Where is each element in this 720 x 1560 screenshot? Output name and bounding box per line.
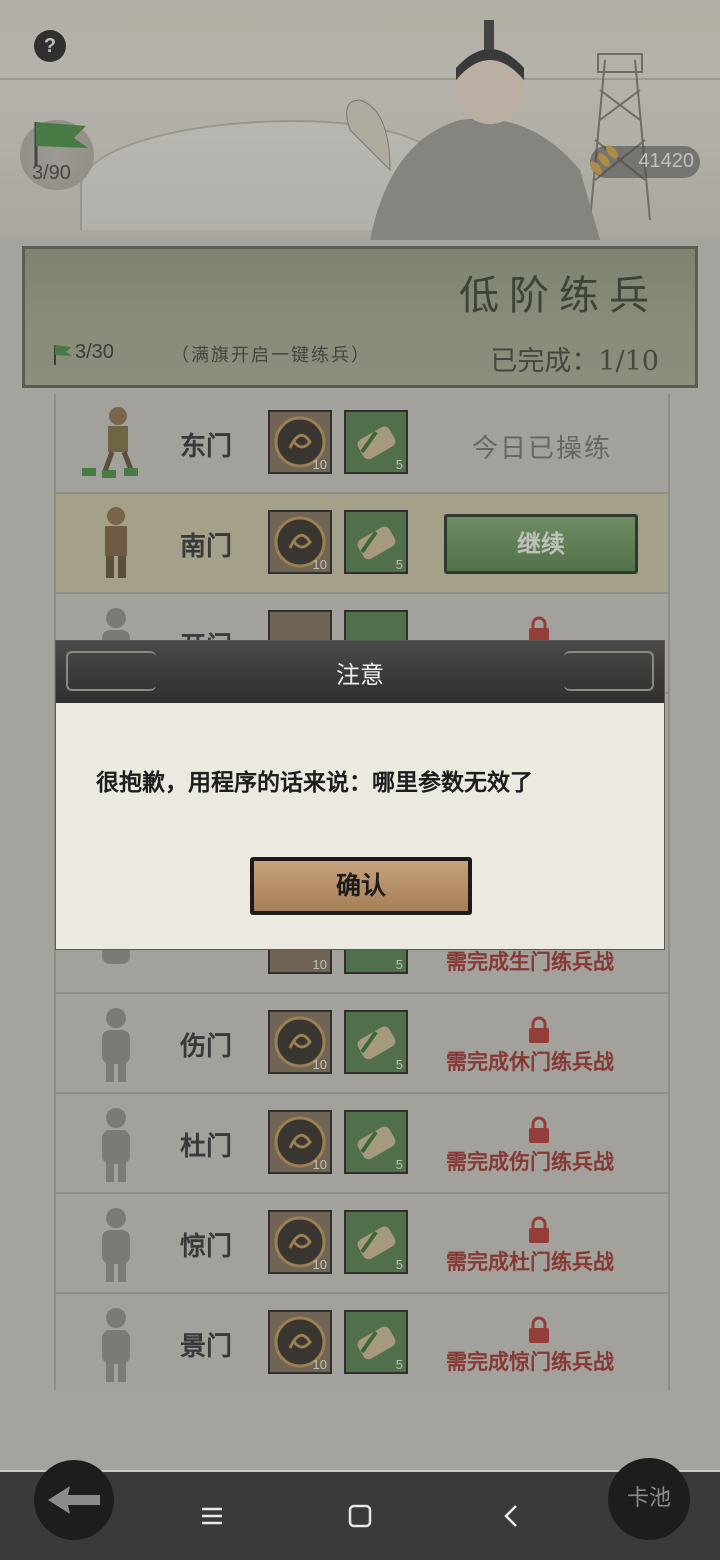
dialog-header: 注意 bbox=[56, 641, 664, 703]
home-icon[interactable] bbox=[346, 1502, 374, 1530]
notice-dialog: 注意 很抱歉，用程序的话来说：哪里参数无效了 确认 bbox=[55, 640, 665, 950]
back-icon[interactable] bbox=[498, 1502, 526, 1530]
confirm-button[interactable]: 确认 bbox=[250, 857, 472, 915]
card-pool-button[interactable]: 卡池 bbox=[608, 1458, 690, 1540]
dialog-message: 很抱歉，用程序的话来说：哪里参数无效了 bbox=[96, 769, 533, 796]
menu-icon[interactable] bbox=[198, 1502, 226, 1530]
back-arrow-icon bbox=[48, 1486, 100, 1514]
dialog-title: 注意 bbox=[336, 661, 384, 689]
back-button[interactable] bbox=[34, 1460, 114, 1540]
